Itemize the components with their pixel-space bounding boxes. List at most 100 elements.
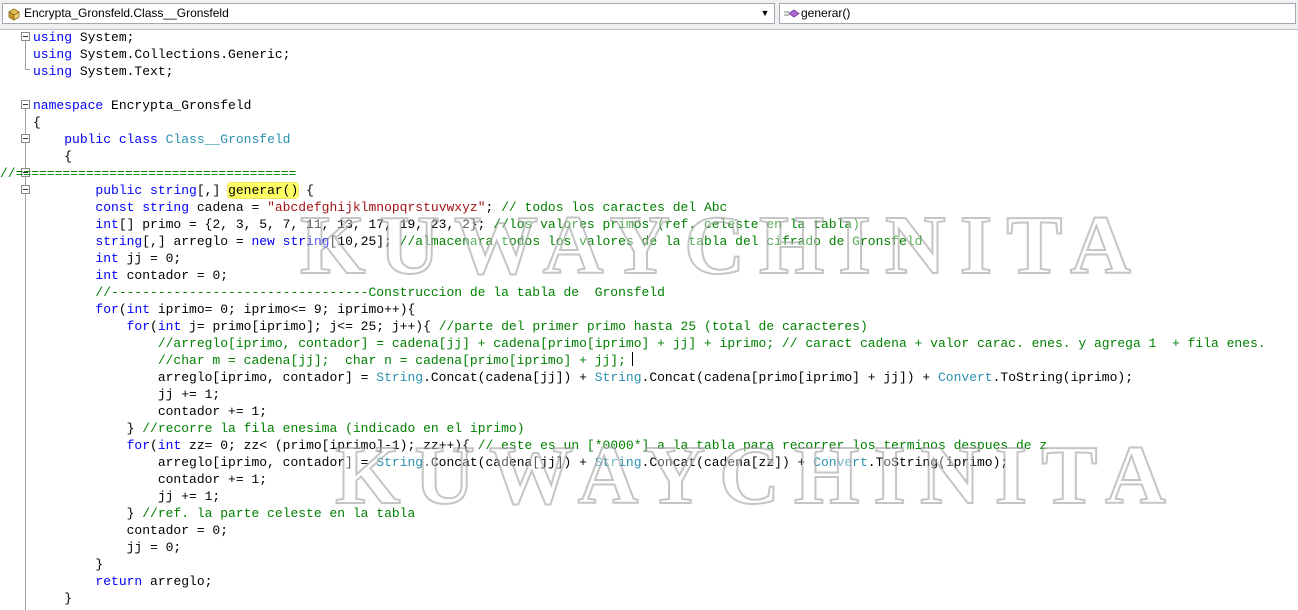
comment: // todos los caractes del Abc xyxy=(501,200,728,215)
code-token: } xyxy=(126,421,143,436)
code-token: ( xyxy=(150,438,158,453)
comment: //los valores primos (ref. celeste en la… xyxy=(493,217,860,232)
keyword: public xyxy=(95,183,143,198)
code-line: arreglo[iprimo, contador] = String.Conca… xyxy=(33,369,1133,386)
code-token: .Concat(cadena[jj]) + xyxy=(423,370,595,385)
keyword: for xyxy=(126,319,151,334)
code-token: [,] arreglo = xyxy=(142,234,252,249)
code-token: System; xyxy=(72,30,135,45)
code-token: arreglo; xyxy=(142,574,213,589)
member-selector-dropdown[interactable]: generar() xyxy=(779,3,1296,24)
code-editor[interactable]: using System; using System.Collections.G… xyxy=(0,29,1298,610)
code-line: for(int iprimo= 0; iprimo<= 9; iprimo++)… xyxy=(33,301,415,318)
comment: //parte del primer primo hasta 25 (total… xyxy=(438,319,868,334)
code-token: .Concat(cadena[jj]) + xyxy=(423,455,595,470)
code-line: contador += 1; xyxy=(33,404,268,419)
code-line: { xyxy=(33,149,73,164)
keyword: using xyxy=(33,47,73,62)
code-line: namespace Encrypta_Gronsfeld xyxy=(33,97,251,114)
code-line: using System.Collections.Generic; xyxy=(33,46,290,63)
type-name: Convert xyxy=(813,455,868,470)
collapse-toggle-icon[interactable] xyxy=(21,134,30,143)
code-line: return arreglo; xyxy=(33,573,212,590)
code-token: [] primo = {2, 3, 5, 7, 11, 13, 17, 19, … xyxy=(118,217,494,232)
keyword: for xyxy=(95,302,119,317)
keyword: for xyxy=(126,438,151,453)
class-selector-value: Encrypta_Gronsfeld.Class__Gronsfeld xyxy=(24,6,229,20)
keyword: using xyxy=(33,30,73,45)
comment: // este es un [*0000*] a la tabla para r… xyxy=(477,438,1048,453)
keyword: int xyxy=(157,319,182,334)
keyword: return xyxy=(95,574,143,589)
type-name: String xyxy=(594,370,642,385)
code-token: .ToString(iprimo); xyxy=(867,455,1009,470)
code-token: zz= 0; zz< (primo[iprimo]-1); zz++){ xyxy=(181,438,478,453)
keyword: using xyxy=(33,64,73,79)
chevron-down-icon[interactable]: ▼ xyxy=(758,6,772,21)
code-line: //---------------------------------Const… xyxy=(33,284,665,301)
collapse-toggle-icon[interactable] xyxy=(21,100,30,109)
text-caret xyxy=(631,352,633,366)
comment: //almacenara todos los valores de la tab… xyxy=(399,234,923,249)
code-line: string[,] arreglo = new string[10,25]; /… xyxy=(33,233,922,250)
code-line: //arreglo[iprimo, contador] = cadena[jj]… xyxy=(33,335,1266,352)
collapse-toggle-icon[interactable] xyxy=(21,185,30,194)
type-name: String xyxy=(594,455,642,470)
highlighted-method-name[interactable]: generar() xyxy=(228,183,299,198)
code-token: [10,25]; xyxy=(329,234,400,249)
string-literal: "abcdefghijklmnopqrstuvwxyz" xyxy=(267,200,486,215)
code-line: } //recorre la fila enesima (indicado en… xyxy=(33,420,525,437)
code-token: ; xyxy=(485,200,502,215)
type-name: String xyxy=(376,455,424,470)
code-token: .Concat(cadena[zz]) + xyxy=(641,455,814,470)
code-token: ( xyxy=(118,302,127,317)
code-line: arreglo[iprimo, contador] = String.Conca… xyxy=(33,454,1008,471)
code-token: System.Text; xyxy=(72,64,174,79)
comment: //---------------------------------Const… xyxy=(95,285,665,300)
code-text[interactable]: using System; using System.Collections.G… xyxy=(0,29,1266,606)
collapse-toggle-icon[interactable] xyxy=(21,32,30,41)
code-line: jj = 0; xyxy=(33,540,182,555)
keyword: string xyxy=(282,234,330,249)
keyword: int xyxy=(95,251,119,266)
type-name: Convert xyxy=(937,370,993,385)
code-token: ( xyxy=(150,319,158,334)
code-line: //==================================== xyxy=(0,165,296,182)
comment: //recorre la fila enesima (indicado en e… xyxy=(142,421,525,436)
code-line: for(int j= primo[iprimo]; j<= 25; j++){ … xyxy=(33,318,868,335)
code-token: iprimo= 0; iprimo<= 9; iprimo++){ xyxy=(150,302,416,317)
type-name: String xyxy=(376,370,424,385)
code-token: jj = 0; xyxy=(118,251,182,266)
code-token: j= primo[iprimo]; j<= 25; j++){ xyxy=(181,319,439,334)
code-line: using System; xyxy=(33,29,134,46)
code-line: public string[,] generar() { xyxy=(33,182,314,199)
keyword: int xyxy=(95,217,119,232)
comment: //==================================== xyxy=(0,166,297,181)
code-line: } //ref. la parte celeste en la tabla xyxy=(33,505,416,522)
keyword: int xyxy=(95,268,119,283)
code-token: cadena = xyxy=(189,200,268,215)
code-token: arreglo[iprimo, contador] = xyxy=(157,455,377,470)
comment: //ref. la parte celeste en la tabla xyxy=(142,506,416,521)
code-line: contador += 1; xyxy=(33,472,268,487)
code-token: [,] xyxy=(196,183,229,198)
class-selector-dropdown[interactable]: Encrypta_Gronsfeld.Class__Gronsfeld ▼ xyxy=(2,3,775,24)
outline-end xyxy=(25,69,30,70)
keyword: public class xyxy=(64,132,158,147)
outline-line xyxy=(25,40,26,70)
code-line: using System.Text; xyxy=(33,63,173,80)
code-token: System.Collections.Generic; xyxy=(72,47,291,62)
keyword: const string xyxy=(95,200,190,215)
member-selector-value: generar() xyxy=(801,6,851,20)
